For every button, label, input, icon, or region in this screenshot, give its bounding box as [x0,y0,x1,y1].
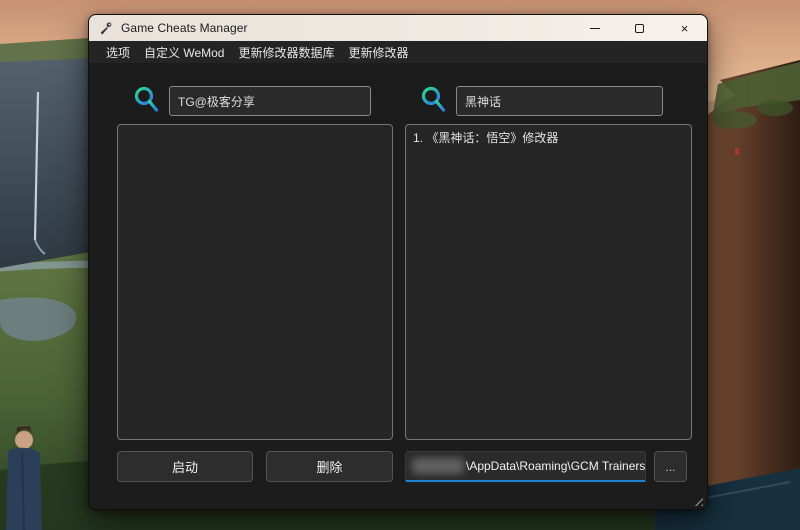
search-icon [133,85,160,114]
menu-customize-wemod[interactable]: 自定义 WeMod [137,41,231,63]
installed-trainers-list[interactable] [117,124,393,440]
menu-update-trainer-database[interactable]: 更新修改器数据库 [231,41,341,63]
close-icon: × [681,22,689,35]
trainer-database-search-input[interactable] [456,86,663,116]
download-path-field[interactable]: \AppData\Roaming\GCM Trainers [405,451,646,482]
download-path-text: \AppData\Roaming\GCM Trainers [466,459,645,473]
resize-grip[interactable] [693,496,703,506]
maximize-icon [635,24,644,33]
redacted-user-prefix [412,458,464,474]
menu-options[interactable]: 选项 [99,41,137,63]
maximize-button[interactable] [617,15,662,41]
menu-update-trainers[interactable]: 更新修改器 [342,41,416,63]
installed-trainers-search-input[interactable] [169,86,371,116]
app-window: Game Cheats Manager × 选项 自定义 WeMod 更新修改器… [88,14,708,510]
window-title: Game Cheats Manager [121,21,248,35]
search-icon [420,85,447,114]
minimize-icon [590,28,600,29]
browse-path-button[interactable]: ... [654,451,687,482]
close-button[interactable]: × [662,15,707,41]
search-results-list[interactable]: 1. 《黑神话：悟空》修改器 [405,124,692,440]
menubar: 选项 自定义 WeMod 更新修改器数据库 更新修改器 [89,41,707,63]
launch-button[interactable]: 启动 [117,451,253,482]
list-item-trainer-result[interactable]: 1. 《黑神话：悟空》修改器 [413,130,684,147]
app-logo-icon [99,21,113,35]
titlebar[interactable]: Game Cheats Manager × [89,15,707,41]
minimize-button[interactable] [572,15,617,41]
delete-button[interactable]: 删除 [266,451,393,482]
